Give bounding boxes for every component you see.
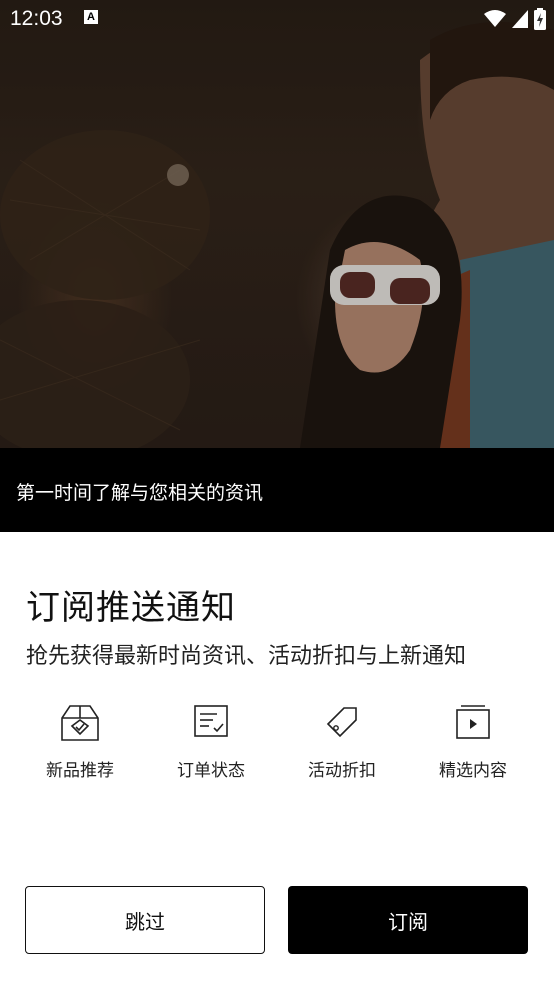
feature-curated-content: 精选内容 [408, 700, 538, 781]
feature-order-status: 订单状态 [146, 700, 276, 781]
feature-label: 新品推荐 [46, 761, 114, 781]
status-icons [484, 8, 546, 30]
skip-button[interactable]: 跳过 [25, 886, 265, 954]
wifi-icon [484, 10, 506, 27]
hero-photo [0, 0, 554, 448]
battery-icon [534, 8, 546, 30]
hero-image [0, 0, 554, 448]
feature-label: 订单状态 [177, 761, 245, 781]
notification-icon: A [84, 10, 98, 24]
video-icon [456, 705, 490, 739]
subscribe-button[interactable]: 订阅 [288, 886, 528, 954]
feature-list: 新品推荐 订单状态 活动折扣 精选内容 [0, 700, 554, 790]
box-icon [61, 705, 99, 741]
feature-new-arrivals: 新品推荐 [15, 700, 145, 781]
signal-icon [512, 10, 528, 28]
feature-label: 活动折扣 [308, 761, 376, 781]
hero-caption-bar: 第一时间了解与您相关的资讯 [0, 448, 554, 532]
feature-discounts: 活动折扣 [277, 700, 407, 781]
status-bar: 12:03 A [0, 0, 554, 38]
tag-icon [326, 707, 357, 738]
feature-label: 精选内容 [439, 761, 507, 781]
dialog-title: 订阅推送通知 [26, 588, 236, 628]
dialog-subtitle: 抢先获得最新时尚资讯、活动折扣与上新通知 [26, 644, 467, 669]
status-time: 12:03 [10, 7, 63, 30]
hero-caption: 第一时间了解与您相关的资讯 [16, 482, 264, 504]
order-check-icon [194, 705, 228, 737]
